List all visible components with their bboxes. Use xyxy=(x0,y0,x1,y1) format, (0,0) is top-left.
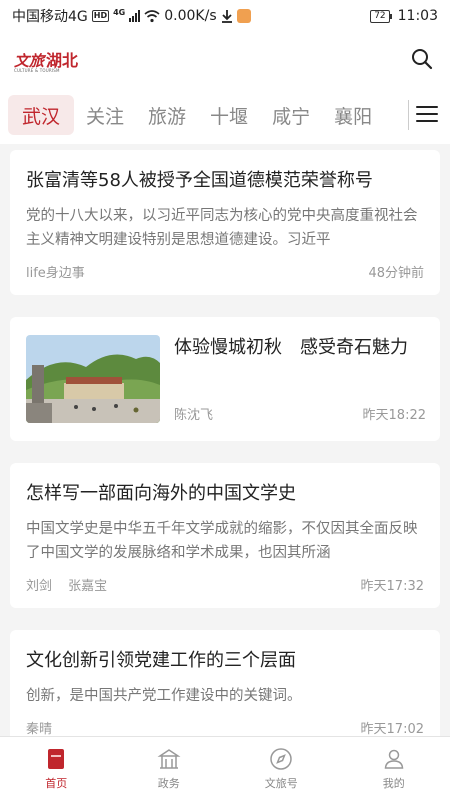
news-card[interactable]: 张富清等58人被授予全国道德模范荣誉称号 党的十八大以来，以习近平同志为核心的党… xyxy=(10,150,440,295)
news-time: 昨天18:22 xyxy=(362,408,426,423)
signal-icon xyxy=(129,10,141,22)
menu-icon xyxy=(416,106,438,108)
news-authors: 秦晴 xyxy=(26,718,52,737)
channel-menu-button[interactable] xyxy=(416,101,438,127)
news-authors: life身边事 xyxy=(26,262,85,281)
government-building-icon xyxy=(157,748,181,769)
news-author: 刘剑 xyxy=(26,579,53,594)
news-authors: 刘剑 张嘉宝 xyxy=(26,575,107,594)
nav-culture-account-label: 文旅号 xyxy=(264,776,298,790)
nav-profile[interactable]: 我的 xyxy=(338,737,450,800)
nav-government-label: 政务 xyxy=(157,776,180,790)
news-meta: 陈沈飞 昨天18:22 xyxy=(174,404,426,423)
news-summary: 党的十八大以来，以习近平同志为核心的党中央高度重视社会主义精神文明建设特别是思想… xyxy=(26,208,418,248)
news-meta: life身边事 48分钟前 xyxy=(26,262,424,281)
channel-tabs: 武汉 关注 旅游 十堰 咸宁 襄阳 xyxy=(0,86,450,144)
news-author: 秦晴 xyxy=(26,722,53,737)
tab-wuhan[interactable]: 武汉 xyxy=(8,95,75,135)
hd-badge: HD xyxy=(91,10,110,22)
nav-profile-label: 我的 xyxy=(382,776,405,790)
search-icon xyxy=(412,49,433,70)
news-card[interactable]: 怎样写一部面向海外的中国文学史 中国文学史是中华五千年文学成就的缩影，不仅因其全… xyxy=(10,463,440,608)
tab-divider xyxy=(408,100,409,130)
news-author: life身边事 xyxy=(26,266,85,281)
news-feed: 张富清等58人被授予全国道德模范荣誉称号 党的十八大以来，以习近平同志为核心的党… xyxy=(10,150,440,773)
news-author: 陈沈飞 xyxy=(174,408,214,423)
wifi-icon xyxy=(144,9,160,22)
clock: 11:03 xyxy=(397,8,438,24)
tab-xiangyang[interactable]: 襄阳 xyxy=(322,95,384,135)
app-notification-icon xyxy=(236,9,251,23)
news-title: 张富清等58人被授予全国道德模范荣誉称号 xyxy=(26,170,373,191)
status-left: 中国移动4G HD 4G 0.00K/s xyxy=(12,6,251,26)
battery-level: 72 xyxy=(370,9,390,23)
download-icon xyxy=(221,10,232,23)
news-title: 体验慢城初秋 感受奇石魅力 xyxy=(174,337,408,358)
app-header: 文旅 湖北 CULTURE & TOURISM xyxy=(0,32,450,86)
nav-home-label: 首页 xyxy=(45,776,68,790)
news-summary: 中国文学史是中华五千年文学成就的缩影，不仅因其全面反映了中国文学的发展脉络和学术… xyxy=(26,521,418,561)
home-icon xyxy=(48,748,65,769)
news-summary: 创新，是中国共产党工作建设中的关键词。 xyxy=(26,688,302,704)
news-time: 昨天17:32 xyxy=(360,579,424,594)
net-speed: 0.00K/s xyxy=(164,8,217,24)
compass-icon xyxy=(270,747,292,770)
status-right: 72 11:03 xyxy=(370,8,438,24)
news-card-with-image[interactable]: 体验慢城初秋 感受奇石魅力 陈沈飞 昨天18:22 xyxy=(10,317,440,441)
tab-travel[interactable]: 旅游 xyxy=(136,95,198,135)
tab-follow[interactable]: 关注 xyxy=(74,95,136,135)
search-button[interactable] xyxy=(408,45,436,73)
news-thumbnail xyxy=(26,335,160,423)
news-meta: 秦晴 昨天17:02 xyxy=(26,718,424,737)
nav-government[interactable]: 政务 xyxy=(113,737,226,800)
tab-scroll[interactable]: 武汉 关注 旅游 十堰 咸宁 襄阳 xyxy=(8,86,408,144)
carrier-label: 中国移动4G xyxy=(12,9,88,25)
logo-subtitle: CULTURE & TOURISM xyxy=(14,68,60,73)
news-time: 昨天17:02 xyxy=(360,722,424,737)
news-title: 文化创新引领党建工作的三个层面 xyxy=(26,650,296,671)
user-icon xyxy=(384,749,404,769)
news-title: 怎样写一部面向海外的中国文学史 xyxy=(26,483,296,504)
news-card[interactable]: 文化创新引领党建工作的三个层面 创新，是中国共产党工作建设中的关键词。 秦晴 昨… xyxy=(10,630,440,751)
bottom-nav: 首页 政务 文旅号 我的 xyxy=(0,736,450,800)
network-type: 4G xyxy=(113,7,126,17)
tab-xianning[interactable]: 咸宁 xyxy=(260,95,322,135)
news-meta: 刘剑 张嘉宝 昨天17:32 xyxy=(26,575,424,594)
battery-icon: 72 xyxy=(370,9,392,23)
news-time: 48分钟前 xyxy=(368,266,424,281)
news-author: 张嘉宝 xyxy=(68,579,108,594)
nav-home[interactable]: 首页 xyxy=(0,737,113,800)
nav-culture-account[interactable]: 文旅号 xyxy=(225,737,338,800)
status-bar: 中国移动4G HD 4G 0.00K/s 72 11:03 xyxy=(0,0,450,32)
tab-shiyan[interactable]: 十堰 xyxy=(198,95,260,135)
